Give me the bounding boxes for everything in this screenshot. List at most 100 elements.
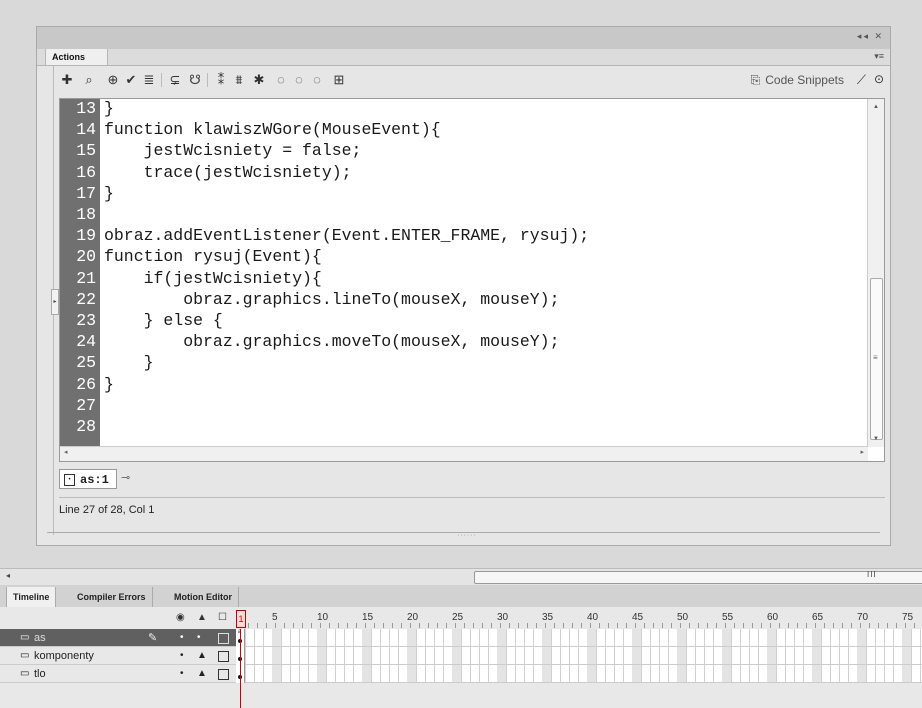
layer-row[interactable]: ▭ komponenty • ▲: [0, 647, 922, 665]
script-editor[interactable]: 13} 14 function klawiszWGore(MouseEvent){1…: [59, 98, 885, 462]
layer-row[interactable]: ▭as✎••a: [0, 629, 922, 647]
layer-frames[interactable]: [236, 629, 922, 647]
tab-compiler-errors[interactable]: Compiler Errors: [71, 587, 153, 607]
frame-shade: [632, 665, 641, 682]
frame-shade: [677, 647, 686, 664]
panel-menu-icon[interactable]: ▾≡: [874, 51, 884, 62]
target-path-icon[interactable]: ⊕: [105, 72, 121, 88]
frame-shade: [812, 647, 821, 664]
apply-block-comment-icon[interactable]: ◌: [273, 72, 289, 88]
auto-format-icon[interactable]: ≣: [141, 72, 157, 88]
outline-toggle[interactable]: [218, 651, 229, 662]
layer-name[interactable]: komponenty: [34, 650, 94, 662]
lock-toggle-icon[interactable]: ▲: [197, 668, 207, 679]
script-tab-as1[interactable]: • as:1: [59, 469, 117, 489]
code-text[interactable]: jestWcisniety = false;: [104, 141, 824, 161]
tab-motion-editor[interactable]: Motion Editor: [168, 587, 239, 607]
collapse-between-braces-icon[interactable]: ⁑: [213, 72, 229, 88]
outline-toggle[interactable]: [218, 669, 229, 680]
scroll-left-arrow-icon[interactable]: ◂: [64, 448, 68, 456]
debug-options-icon[interactable]: ☋: [187, 72, 203, 88]
code-hint-icon[interactable]: ⊊: [167, 72, 183, 88]
code-text[interactable]: }: [104, 184, 824, 204]
lock-toggle-icon[interactable]: ▲: [197, 650, 207, 661]
frame-shade: [362, 647, 371, 664]
frame-number-label: 20: [407, 612, 419, 623]
layer-name[interactable]: as: [34, 632, 46, 644]
code-snippets-button[interactable]: ⎘ Code Snippets: [751, 72, 844, 88]
frame-number-label: 15: [362, 612, 374, 623]
playhead-line: [240, 629, 241, 708]
horizontal-scrollbar[interactable]: ◂ ▸: [60, 446, 868, 461]
tab-actions[interactable]: Actions: [45, 49, 109, 65]
frame-shade: [587, 629, 596, 646]
apply-line-comment-icon[interactable]: ◌: [291, 72, 307, 88]
pin-script-icon[interactable]: ⊸: [121, 471, 130, 484]
wand-icon[interactable]: ⟋: [857, 72, 866, 88]
lock-toggle-icon[interactable]: •: [197, 632, 201, 643]
eye-icon[interactable]: ◉: [176, 612, 185, 623]
frame-number-label: 65: [812, 612, 824, 623]
stage-scroll-thumb[interactable]: III: [474, 570, 922, 584]
stage-horizontal-scrollbar[interactable]: ◂ III: [0, 568, 922, 586]
line-number: 24: [76, 332, 96, 352]
playhead[interactable]: 1: [236, 610, 246, 628]
tab-timeline[interactable]: Timeline: [6, 587, 57, 607]
code-text[interactable]: }: [104, 375, 824, 395]
outline-toggle[interactable]: [218, 633, 229, 644]
frame-shade: [722, 647, 731, 664]
panel-collapse-close-controls[interactable]: ◂◂ ✕: [857, 31, 884, 42]
layer-name[interactable]: tlo: [34, 668, 46, 680]
scroll-left-arrow-icon[interactable]: ◂: [6, 571, 10, 580]
help-icon[interactable]: ⊙: [874, 72, 884, 86]
scroll-right-arrow-icon[interactable]: ▸: [860, 448, 864, 456]
remove-comment-icon[interactable]: ◌: [309, 72, 325, 88]
scroll-up-arrow-icon[interactable]: ▲: [868, 101, 884, 113]
code-text[interactable]: function rysuj(Event){: [104, 247, 824, 267]
add-statement-icon[interactable]: ✚: [59, 72, 75, 88]
layer-frames[interactable]: [236, 665, 922, 683]
visibility-dot[interactable]: •: [180, 650, 184, 661]
code-text[interactable]: }: [104, 353, 824, 373]
scroll-thumb[interactable]: ≡: [870, 278, 883, 440]
code-text[interactable]: if(jestWcisniety){: [104, 269, 824, 289]
frame-ticks: [248, 623, 922, 628]
check-syntax-icon[interactable]: ✔: [123, 72, 139, 88]
code-text[interactable]: obraz.addEventListener(Event.ENTER_FRAME…: [104, 226, 824, 246]
layer-icon: ▭: [20, 668, 30, 679]
line-number: 23: [76, 311, 96, 330]
frame-shade: [542, 665, 551, 682]
code-text[interactable]: obraz.graphics.moveTo(mouseX, mouseY);: [104, 332, 824, 352]
layer-info[interactable]: ▭ tlo • ▲: [0, 665, 236, 683]
layer-info[interactable]: ▭ as ✎ • •: [0, 629, 236, 647]
expand-all-icon[interactable]: ✱: [251, 72, 267, 88]
frame-shade: [452, 665, 461, 682]
layer-info[interactable]: ▭ komponenty • ▲: [0, 647, 236, 665]
frame-shade: [812, 629, 821, 646]
frame-number-label: 40: [587, 612, 599, 623]
frame-shade: [317, 647, 326, 664]
layer-frames[interactable]: [236, 647, 922, 665]
expand-toolbox-arrow-icon[interactable]: ▸: [51, 289, 59, 315]
visibility-dot[interactable]: •: [180, 668, 184, 679]
code-text[interactable]: obraz.graphics.lineTo(mouseX, mouseY);: [104, 290, 824, 310]
code-text[interactable]: }: [104, 99, 824, 119]
collapse-selection-icon[interactable]: ⩩: [231, 72, 247, 88]
code-area[interactable]: 13} 14 function klawiszWGore(MouseEvent){1…: [76, 99, 868, 447]
show-hide-toolbox-icon[interactable]: ⊞: [331, 72, 347, 88]
frame-number-label: 75: [902, 612, 914, 623]
layer-row[interactable]: ▭ tlo • ▲: [0, 665, 922, 683]
find-icon[interactable]: ⌕: [81, 72, 97, 88]
scroll-down-arrow-icon[interactable]: ▼: [868, 433, 884, 445]
frame-shade: [452, 629, 461, 646]
frame-number-label: 5: [272, 612, 278, 623]
frame-number-label: 30: [497, 612, 509, 623]
lock-icon[interactable]: ▲: [197, 612, 207, 623]
code-text[interactable]: function klawiszWGore(MouseEvent){: [104, 120, 824, 140]
panel-resize-grip[interactable]: ······: [47, 532, 880, 541]
code-text[interactable]: trace(jestWcisniety);: [104, 163, 824, 183]
visibility-dot[interactable]: •: [180, 632, 184, 643]
outline-icon[interactable]: ☐: [218, 612, 227, 623]
vertical-scrollbar[interactable]: ▲ ≡ ▼: [867, 99, 884, 447]
code-text[interactable]: } else {: [104, 311, 824, 331]
